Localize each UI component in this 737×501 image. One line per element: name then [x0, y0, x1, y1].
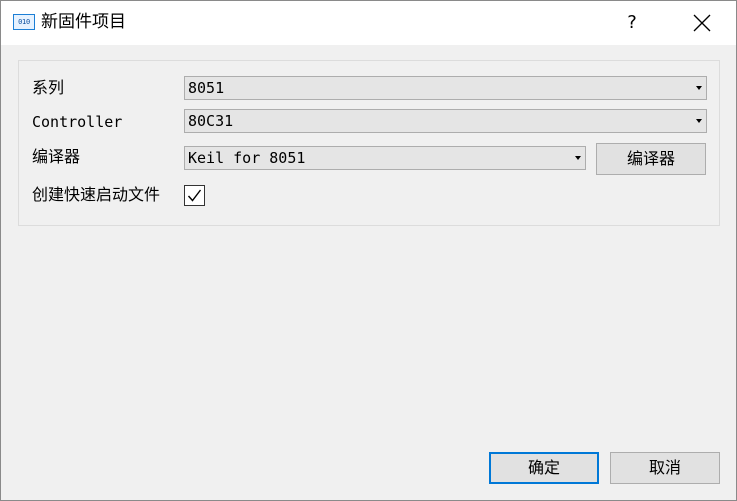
series-combobox[interactable]: 8051 — [184, 76, 707, 100]
ok-button[interactable]: 确定 — [489, 452, 599, 484]
window-title: 新固件项目 — [41, 12, 126, 32]
controller-combobox[interactable]: 80C31 — [184, 109, 707, 133]
checkmark-icon — [187, 189, 202, 202]
chevron-down-icon — [575, 156, 581, 160]
compiler-value: Keil for 8051 — [188, 149, 306, 167]
chevron-down-icon — [696, 119, 702, 123]
cancel-button[interactable]: 取消 — [610, 452, 720, 484]
app-binary-icon: 010 — [13, 14, 35, 30]
close-button[interactable] — [681, 7, 723, 39]
controller-label: Controller — [32, 113, 123, 131]
compiler-settings-button[interactable]: 编译器 — [596, 143, 706, 175]
compiler-label: 编译器 — [32, 147, 81, 166]
series-value: 8051 — [188, 79, 225, 97]
help-button[interactable]: ? — [617, 7, 647, 39]
startup-file-checkbox[interactable] — [184, 185, 205, 206]
chevron-down-icon — [696, 86, 702, 90]
series-label: 系列 — [32, 78, 65, 97]
startup-file-label: 创建快速启动文件 — [32, 185, 161, 204]
close-icon — [693, 14, 711, 32]
compiler-combobox[interactable]: Keil for 8051 — [184, 146, 586, 170]
dialog-window: 010 新固件项目 ? 系列 8051 Controller 80C31 编译器… — [0, 0, 737, 501]
title-bar: 010 新固件项目 ? — [1, 1, 736, 45]
controller-value: 80C31 — [188, 112, 234, 130]
